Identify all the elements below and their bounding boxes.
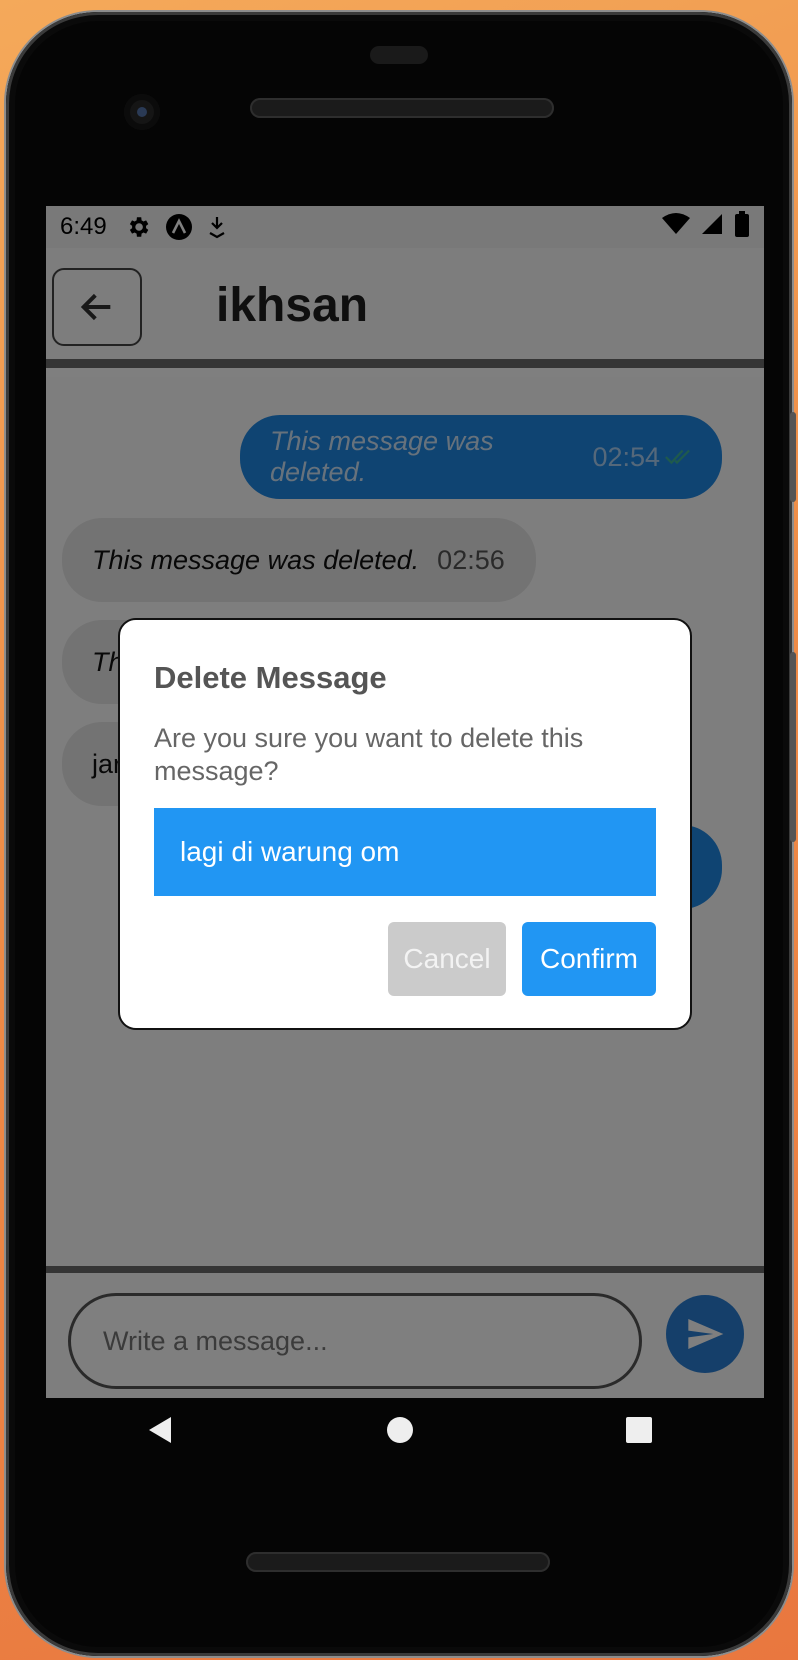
recents-square-icon[interactable] [625,1416,653,1449]
confirm-button[interactable]: Confirm [522,922,656,996]
earpiece [370,46,428,64]
front-camera [124,94,160,130]
volume-button [790,652,796,842]
home-circle-icon[interactable] [385,1415,415,1450]
system-nav-bar [40,1386,758,1478]
delete-dialog: Delete Message Are you sure you want to … [118,618,692,1030]
dialog-title: Delete Message [154,660,387,695]
power-button [790,412,796,502]
dialog-message: Are you sure you want to delete this mes… [154,723,584,786]
quoted-message: lagi di warung om [154,808,656,896]
top-speaker [250,98,554,118]
back-triangle-icon[interactable] [145,1415,175,1450]
bottom-speaker [246,1552,550,1572]
cancel-button[interactable]: Cancel [388,922,506,996]
screen: 6:49 [46,206,764,1398]
